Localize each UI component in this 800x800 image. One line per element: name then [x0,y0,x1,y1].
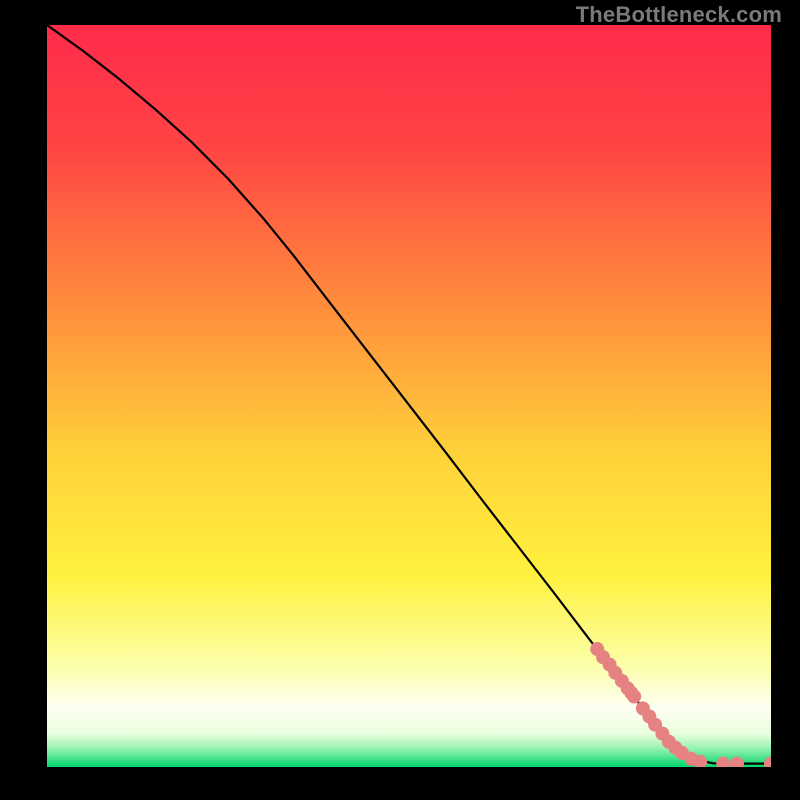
chart-svg [47,25,771,767]
plot-area [47,25,771,767]
gradient-background [47,25,771,767]
attribution-label: TheBottleneck.com [576,2,782,28]
curve-marker [627,690,641,704]
chart-frame: TheBottleneck.com [0,0,800,800]
